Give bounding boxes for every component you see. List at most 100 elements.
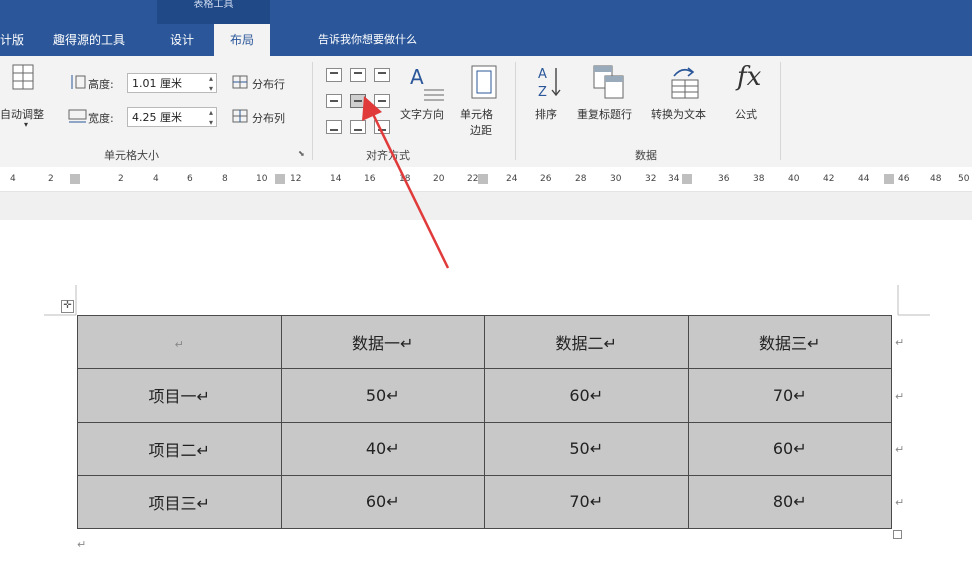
cell-text: 60↵ bbox=[569, 385, 604, 405]
table-row: 项目一↵ 50↵ 60↵ 70↵ bbox=[77, 368, 892, 423]
formula-fx-icon: fx bbox=[737, 62, 762, 92]
ruler-tick: 2 bbox=[118, 174, 124, 184]
cell-text: 50↵ bbox=[365, 385, 400, 405]
ruler-tick: 48 bbox=[930, 174, 942, 184]
distribute-rows-button[interactable]: 分布行 bbox=[252, 76, 285, 92]
table-cell[interactable]: 数据二↵ bbox=[484, 314, 689, 370]
spinner-arrows-icon[interactable]: ▴ ▾ bbox=[209, 74, 213, 94]
text-direction-icon: A bbox=[410, 65, 444, 101]
table-cell[interactable]: 60↵ bbox=[280, 474, 485, 530]
group-separator bbox=[312, 62, 313, 160]
align-top-center-button[interactable] bbox=[350, 68, 366, 82]
ruler-tick: 12 bbox=[290, 174, 302, 184]
ruler-column-marker[interactable] bbox=[884, 174, 894, 184]
cell-text: 项目三↵ bbox=[148, 493, 210, 513]
cell-end-mark: ↵ bbox=[174, 337, 184, 351]
table-row: 项目三↵ 60↵ 70↵ 80↵ bbox=[77, 474, 892, 530]
ruler-column-marker[interactable] bbox=[275, 174, 285, 184]
tell-me-search[interactable]: 告诉我你想要做什么 bbox=[318, 24, 417, 56]
row-end-mark: ↵ bbox=[895, 336, 905, 349]
align-top-right-button[interactable] bbox=[374, 68, 390, 82]
ruler-tick: 50 bbox=[958, 174, 970, 184]
svg-text:Z: Z bbox=[538, 85, 547, 100]
table-cell[interactable]: 60↵ bbox=[687, 421, 892, 476]
text-direction-label: 文字方向 bbox=[400, 108, 444, 121]
repeat-header-icon bbox=[593, 65, 624, 99]
row-height-spinner[interactable]: 1.01 厘米 ▴ ▾ bbox=[127, 73, 217, 93]
cell-text: 60↵ bbox=[772, 439, 807, 459]
cell-margins-icon bbox=[471, 65, 497, 99]
svg-text:A: A bbox=[410, 65, 424, 89]
table-header-row: ↵ 数据一↵ 数据二↵ 数据三↵ bbox=[77, 314, 892, 370]
ruler-tick: 44 bbox=[858, 174, 870, 184]
table-tools-context-label: 表格工具 bbox=[157, 0, 270, 24]
formula-label: 公式 bbox=[735, 108, 757, 121]
align-top-left-button[interactable] bbox=[326, 68, 342, 82]
ruler-tick: 10 bbox=[256, 174, 268, 184]
ruler-tick: 36 bbox=[718, 174, 730, 184]
horizontal-ruler[interactable]: 4 2 2 4 6 8 10 12 14 16 18 20 22 24 26 2… bbox=[0, 167, 972, 192]
ruler-gap bbox=[0, 192, 972, 220]
width-label: 宽度: bbox=[88, 112, 114, 125]
column-width-icon bbox=[68, 109, 87, 123]
row-end-mark: ↵ bbox=[895, 496, 905, 509]
table-cell[interactable]: 项目二↵ bbox=[77, 421, 282, 476]
group-separator bbox=[515, 62, 516, 160]
cell-size-group-label: 单元格大小 bbox=[104, 149, 159, 162]
spinner-arrows-icon[interactable]: ▴ ▾ bbox=[209, 108, 213, 128]
table-cell[interactable]: 项目三↵ bbox=[77, 474, 282, 530]
table-cell[interactable]: 40↵ bbox=[280, 421, 485, 476]
tab-layout-partial[interactable]: 计版 bbox=[0, 24, 24, 56]
table-cell[interactable]: 70↵ bbox=[484, 474, 689, 530]
autofit-dropdown-caret[interactable]: ▾ bbox=[24, 120, 28, 129]
ruler-tick: 28 bbox=[575, 174, 587, 184]
ruler-tick: 24 bbox=[506, 174, 518, 184]
page-corner-mark-right bbox=[897, 285, 930, 316]
ruler-tick: 8 bbox=[222, 174, 228, 184]
paragraph-mark: ↵ bbox=[77, 538, 87, 551]
ruler-tick: 16 bbox=[364, 174, 376, 184]
row-height-value: 1.01 厘米 bbox=[132, 77, 182, 90]
table-resize-handle[interactable] bbox=[893, 530, 902, 539]
title-bar: 表格工具 bbox=[0, 0, 972, 24]
ruler-tick: 14 bbox=[330, 174, 342, 184]
cell-margins-label-1: 单元格 bbox=[460, 108, 493, 121]
align-bottom-left-button[interactable] bbox=[326, 120, 342, 134]
table-cell[interactable]: 数据一↵ bbox=[280, 314, 485, 370]
cell-text: 70↵ bbox=[772, 385, 807, 405]
ruler-column-marker[interactable] bbox=[70, 174, 80, 184]
align-bottom-right-button[interactable] bbox=[374, 120, 390, 134]
table-cell[interactable]: 50↵ bbox=[280, 368, 485, 423]
column-width-value: 4.25 厘米 bbox=[132, 111, 182, 124]
tab-custom-tools[interactable]: 趣得源的工具 bbox=[53, 24, 125, 56]
table-cell[interactable]: 60↵ bbox=[484, 368, 689, 423]
data-table[interactable]: ↵ 数据一↵ 数据二↵ 数据三↵ 项目一↵ 50↵ 60↵ 70↵ 项目二↵ 4… bbox=[77, 314, 892, 530]
column-width-spinner[interactable]: 4.25 厘米 ▴ ▾ bbox=[127, 107, 217, 127]
ruler-column-marker[interactable] bbox=[682, 174, 692, 184]
align-middle-left-button[interactable] bbox=[326, 94, 342, 108]
cell-text: 数据一↵ bbox=[352, 334, 414, 354]
dialog-launcher-icon[interactable]: ⬊ bbox=[298, 149, 305, 158]
align-center-button[interactable] bbox=[350, 94, 366, 108]
table-cell[interactable]: 50↵ bbox=[484, 421, 689, 476]
table-cell[interactable]: 80↵ bbox=[687, 474, 892, 530]
ruler-tick: 4 bbox=[10, 174, 16, 184]
page-corner-mark-left bbox=[44, 285, 77, 316]
align-middle-right-button[interactable] bbox=[374, 94, 390, 108]
ruler-tick: 20 bbox=[433, 174, 445, 184]
table-cell[interactable]: ↵ bbox=[77, 314, 282, 370]
table-cell[interactable]: 70↵ bbox=[687, 368, 892, 423]
alignment-group-label: 对齐方式 bbox=[366, 149, 410, 162]
svg-text:A: A bbox=[538, 67, 547, 82]
cell-text: 项目二↵ bbox=[148, 440, 210, 460]
align-bottom-center-button[interactable] bbox=[350, 120, 366, 134]
ruler-tick: 30 bbox=[610, 174, 622, 184]
distribute-columns-button[interactable]: 分布列 bbox=[252, 110, 285, 126]
ruler-column-marker[interactable] bbox=[478, 174, 488, 184]
tab-table-layout[interactable]: 布局 bbox=[214, 24, 270, 56]
table-cell[interactable]: 项目一↵ bbox=[77, 368, 282, 423]
cell-text: 50↵ bbox=[569, 439, 604, 459]
tab-design[interactable]: 设计 bbox=[170, 24, 194, 56]
table-cell[interactable]: 数据三↵ bbox=[687, 314, 892, 370]
ruler-tick: 40 bbox=[788, 174, 800, 184]
